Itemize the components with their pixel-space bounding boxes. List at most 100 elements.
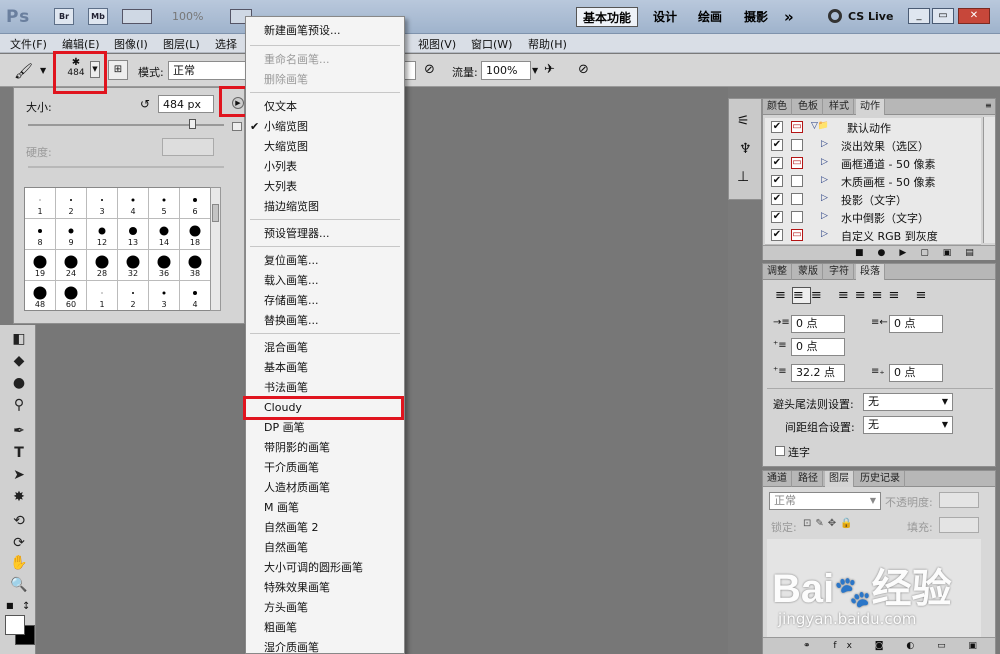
indent-right-field[interactable]: 0 点 [889, 315, 943, 333]
grid-scrollbar[interactable] [210, 187, 221, 311]
hyphenate-checkbox[interactable] [775, 446, 785, 456]
tab-swatches[interactable]: 色板 [794, 99, 823, 115]
action-expand-icon[interactable]: ▷ [821, 139, 828, 149]
clone-source-icon[interactable]: ♆ [739, 141, 752, 157]
minimize-icon[interactable]: _ [908, 8, 930, 24]
brush-menu-item[interactable]: 大缩览图 [246, 137, 404, 157]
grid-scrollbar-thumb[interactable] [212, 204, 219, 222]
tab-masks[interactable]: 蒙版 [794, 264, 823, 280]
flow-field[interactable]: 100% [481, 61, 531, 80]
airbrush-icon[interactable]: ✈ [544, 62, 555, 77]
tab-paragraph[interactable]: 段落 [856, 264, 885, 280]
tab-color[interactable]: 颜色 [763, 99, 792, 115]
brush-menu-item[interactable]: 自然画笔 2 [246, 518, 404, 538]
action-row[interactable]: ✔ ▷ 投影（文字） [765, 190, 981, 209]
brush-panel-icon[interactable]: ⚟ [737, 113, 750, 129]
reset-size-icon[interactable]: ↺ [140, 97, 150, 111]
close-icon[interactable]: ✕ [958, 8, 990, 24]
brush-menu-item[interactable]: 存储画笔... [246, 291, 404, 311]
brush-menu-item[interactable]: 复位画笔... [246, 251, 404, 271]
brush-preset-cell[interactable]: 38 [180, 250, 211, 281]
path-selection-tool-icon[interactable]: ➤ [8, 465, 30, 485]
tab-history[interactable]: 历史记录 [856, 471, 905, 487]
action-expand-icon[interactable]: ▷ [821, 157, 828, 167]
brush-menu-item[interactable]: 小列表 [246, 157, 404, 177]
workspace-photography[interactable]: 摄影 [738, 7, 774, 27]
brush-menu-item[interactable]: 书法画笔 [246, 378, 404, 398]
layers-footer-controls[interactable]: ⚭ fx ◙ ◐ ▭ ▣ 🗑 [763, 637, 995, 654]
menu-window[interactable]: 窗口(W) [471, 36, 512, 52]
brush-menu-item[interactable]: 特殊效果画笔 [246, 578, 404, 598]
pressure-size-icon[interactable]: ⊘ [578, 62, 589, 77]
3d-rotate-tool-icon[interactable]: ⟲ [8, 511, 30, 531]
default-colors-icon[interactable]: ■ [6, 601, 16, 611]
brush-menu-item[interactable]: 人造材质画笔 [246, 478, 404, 498]
actions-footer-controls[interactable]: ■●▶▢▣▤ [763, 245, 995, 260]
brush-menu-item[interactable]: M 画笔 [246, 498, 404, 518]
menu-help[interactable]: 帮助(H) [528, 36, 567, 52]
mojikumi-select[interactable]: 无 [863, 416, 953, 434]
action-row[interactable]: ✔ ▷ 水中倒影（文字） [765, 208, 981, 227]
brush-menu-item[interactable]: ✔ 小缩览图 [246, 117, 404, 137]
brush-preset-cell[interactable]: 28 [87, 250, 118, 281]
space-after-field[interactable]: 0 点 [889, 364, 943, 382]
zoom-tool-icon[interactable]: 🔍 [8, 575, 30, 595]
dialog-toggle-icon[interactable]: ▭ [791, 157, 803, 169]
brush-preset-cell[interactable]: 1 [87, 281, 118, 310]
tool-preset-chevron-icon[interactable]: ▼ [40, 66, 46, 75]
action-enable-checkbox[interactable]: ✔ [771, 211, 783, 223]
brush-preset-cell[interactable]: 32 [118, 250, 149, 281]
indent-left-field[interactable]: 0 点 [791, 315, 845, 333]
workspace-design[interactable]: 设计 [647, 7, 683, 27]
action-expand-icon[interactable]: ▷ [821, 211, 828, 221]
dialog-toggle-icon[interactable] [791, 193, 803, 205]
3d-orbit-tool-icon[interactable]: ⟳ [8, 533, 30, 553]
brush-panel-toggle-icon[interactable]: ⊞ [108, 60, 128, 80]
dodge-tool-icon[interactable]: ⚲ [8, 395, 30, 415]
actions-scrollbar[interactable] [983, 117, 995, 243]
brush-menu-item[interactable]: 湿介质画笔 [246, 638, 404, 654]
tab-layers[interactable]: 图层 [825, 471, 854, 487]
type-tool-icon[interactable]: T [8, 443, 30, 463]
actions-panel-menu-icon[interactable]: ≡ [985, 101, 992, 110]
action-enable-checkbox[interactable]: ✔ [771, 193, 783, 205]
brush-preset-cell[interactable]: 5 [149, 188, 180, 219]
cs-live-button[interactable]: CS Live [848, 10, 893, 23]
tab-adjustments[interactable]: 调整 [763, 264, 792, 280]
workspace-overflow-icon[interactable]: » [778, 7, 800, 27]
brush-preset-cell[interactable]: 2 [118, 281, 149, 310]
brush-menu-item[interactable]: 带阴影的画笔 [246, 438, 404, 458]
dialog-toggle-icon[interactable] [791, 175, 803, 187]
tab-paths[interactable]: 路径 [794, 471, 823, 487]
brush-menu-item[interactable]: 替换画笔... [246, 311, 404, 331]
brush-preset-cell[interactable]: 2 [56, 188, 87, 219]
action-row[interactable]: ✔ ▭ ▷ 画框通道 - 50 像素 [765, 154, 981, 173]
tab-styles[interactable]: 样式 [825, 99, 854, 115]
brush-preset-cell[interactable]: 4 [118, 188, 149, 219]
custom-shape-tool-icon[interactable]: ✸ [8, 487, 30, 507]
dialog-toggle-icon[interactable] [791, 139, 803, 151]
action-expand-icon[interactable]: ▷ [821, 175, 828, 185]
brush-preset-cell[interactable]: 14 [149, 219, 180, 250]
align-buttons[interactable]: ≡≡≡ ≡≡≡≡ ≡ [775, 287, 932, 304]
brush-menu-item[interactable]: DP 画笔 [246, 418, 404, 438]
new-preset-icon[interactable] [232, 122, 242, 131]
brush-menu-item[interactable]: 基本画笔 [246, 358, 404, 378]
brush-preset-cell[interactable]: 1 [25, 188, 56, 219]
menu-view[interactable]: 视图(V) [418, 36, 456, 52]
eraser-tool-icon[interactable]: ◧ [8, 329, 30, 349]
opacity-field-stub[interactable] [404, 61, 416, 80]
indent-first-line-field[interactable]: 0 点 [791, 338, 845, 356]
workspace-painting[interactable]: 绘画 [692, 7, 728, 27]
foreground-color-swatch[interactable] [5, 615, 25, 635]
kinsoku-select[interactable]: 无 [863, 393, 953, 411]
view-extras-icon[interactable] [122, 9, 152, 24]
dialog-toggle-icon[interactable]: ▭ [791, 121, 803, 133]
action-row[interactable]: ✔ ▷ 木质画框 - 50 像素 [765, 172, 981, 191]
action-enable-checkbox[interactable]: ✔ [771, 121, 783, 133]
tab-channels[interactable]: 通道 [763, 471, 792, 487]
brush-menu-item[interactable]: 仅文本 [246, 97, 404, 117]
blend-mode-select[interactable]: 正常 [769, 492, 881, 510]
brush-menu-item[interactable]: 干介质画笔 [246, 458, 404, 478]
blur-tool-icon[interactable]: ● [8, 373, 30, 393]
